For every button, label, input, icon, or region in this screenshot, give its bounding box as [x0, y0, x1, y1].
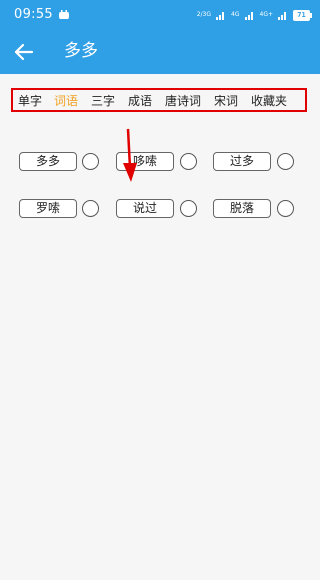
word-button[interactable]: 多多: [19, 152, 77, 171]
annotation-arrow-icon: [123, 128, 137, 182]
signal-bars-icon: [244, 12, 253, 20]
word-radio[interactable]: [180, 153, 197, 170]
category-tabs: 单字 词语 三字 成语 唐诗词 宋词 收藏夹: [11, 88, 307, 112]
tab-song-ci[interactable]: 宋词: [214, 93, 238, 109]
tab-favorites[interactable]: 收藏夹: [251, 93, 287, 109]
battery-icon: 71: [293, 9, 312, 21]
app-bar: 多多: [0, 30, 320, 74]
signal-b-label: 4G: [231, 11, 240, 18]
notification-app-icon: [59, 10, 69, 19]
tab-idioms[interactable]: 成语: [128, 93, 152, 109]
word-radio[interactable]: [180, 200, 197, 217]
word-button[interactable]: 脱落: [213, 199, 271, 218]
page-title: 多多: [64, 41, 98, 61]
word-button[interactable]: 哆嗦: [116, 152, 174, 171]
word-button[interactable]: 罗嗦: [19, 199, 77, 218]
tab-three-char[interactable]: 三字: [91, 93, 115, 109]
word-button[interactable]: 说过: [116, 199, 174, 218]
word-button[interactable]: 过多: [213, 152, 271, 171]
signal-a-label: 2/3G: [196, 11, 212, 18]
tab-tang-poems[interactable]: 唐诗词: [165, 93, 201, 109]
status-icons: 2/3G 4G 4G+ 71: [196, 8, 312, 22]
word-radio[interactable]: [82, 153, 99, 170]
word-radio[interactable]: [82, 200, 99, 217]
word-radio[interactable]: [277, 153, 294, 170]
tab-single-char[interactable]: 单字: [18, 93, 42, 109]
tab-words[interactable]: 词语: [54, 93, 78, 109]
arrow-left-icon[interactable]: [10, 38, 38, 66]
word-radio[interactable]: [277, 200, 294, 217]
status-bar: 09:55 2/3G 4G 4G+ 71: [0, 0, 320, 30]
signal-bars-icon: [278, 12, 286, 20]
signal-c-label: 4G+: [259, 11, 274, 18]
status-time: 09:55: [14, 7, 53, 22]
signal-bars-icon: [216, 12, 225, 20]
